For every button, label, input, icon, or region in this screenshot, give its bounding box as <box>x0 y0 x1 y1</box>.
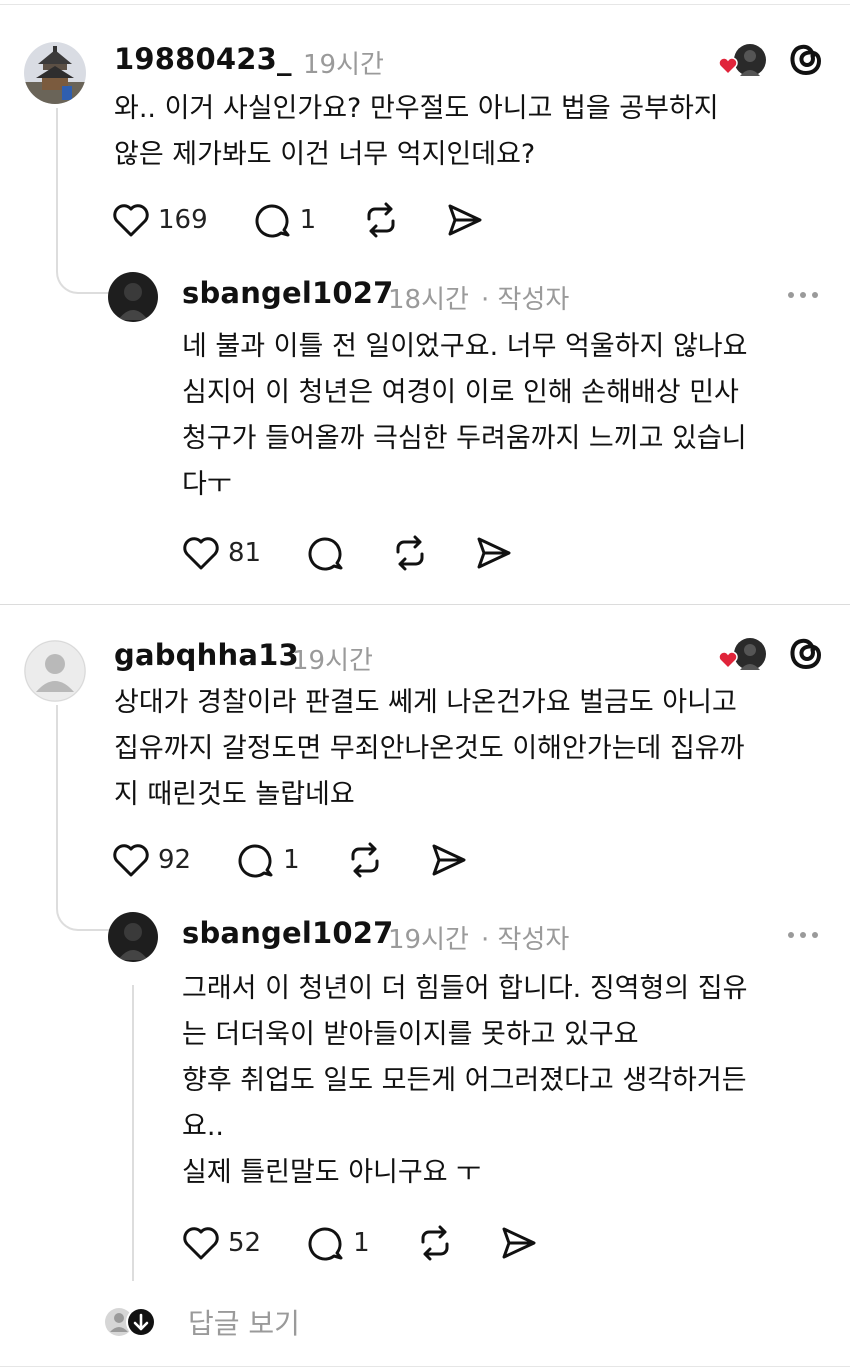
avatar[interactable] <box>24 640 86 702</box>
comment-text-line: 지 때린것도 놀랍네요 <box>114 779 355 810</box>
repost-icon <box>421 1225 449 1261</box>
thread-connector-line <box>56 108 58 268</box>
comment-icon <box>238 844 273 878</box>
repost-button[interactable] <box>362 202 400 238</box>
repost-button[interactable] <box>346 842 384 878</box>
reply-text-line: 청구가 들어올까 극심한 두려움까지 느끼고 있습니 <box>182 423 747 454</box>
reply-timestamp: 18시간 <box>388 285 469 315</box>
comment-body: 상대가 경찰이라 판결도 쎄게 나온건가요 벌금도 아니고 집유까지 갈정도면 … <box>114 680 745 818</box>
comment-timestamp: 19시간 <box>303 50 384 80</box>
reply-text-line: 다ㅜ <box>182 469 232 500</box>
heart-icon <box>183 537 219 570</box>
avatar[interactable] <box>24 42 86 104</box>
arrow-down-icon <box>105 1307 156 1337</box>
repost-icon <box>351 842 379 878</box>
share-icon <box>477 537 511 569</box>
comment-text-line: 상대가 경찰이라 판결도 쎄게 나온건가요 벌금도 아니고 <box>114 687 737 718</box>
author-tag: · 작성자 <box>481 285 570 315</box>
view-replies-button[interactable]: 답글 보기 <box>104 1302 300 1342</box>
top-divider <box>0 4 850 5</box>
like-count: 92 <box>158 845 192 875</box>
comment-icon <box>255 204 290 238</box>
author-liked-icon <box>718 638 770 678</box>
thread-connector-curve <box>56 268 112 294</box>
comment-text-line: 않은 제가봐도 이건 너무 억지인데요? <box>114 139 536 170</box>
thread-connector-line <box>56 705 58 905</box>
like-count: 52 <box>228 1228 262 1258</box>
thread-connector-curve <box>56 905 112 931</box>
comment-text-line: 집유까지 갈정도면 무죄안나온것도 이해안가는데 집유까 <box>114 733 745 764</box>
reply-text-line: 그래서 이 청년이 더 힘들어 합니다. 징역형의 집유 <box>182 973 748 1004</box>
reply-text-line: 심지어 이 청년은 여경이 이로 인해 손해배상 민사 <box>182 377 739 408</box>
more-options-button[interactable] <box>788 932 818 938</box>
author-tag: · 작성자 <box>481 925 570 955</box>
share-icon <box>448 204 482 236</box>
like-button[interactable]: 52 <box>182 1225 261 1261</box>
share-button[interactable] <box>430 842 468 878</box>
threads-logo-icon[interactable] <box>788 42 824 82</box>
more-icon <box>788 292 794 298</box>
share-icon <box>502 1227 536 1259</box>
reply-count: 1 <box>353 1228 370 1258</box>
share-button[interactable] <box>475 535 513 571</box>
more-options-button[interactable] <box>788 292 818 298</box>
reply-actions: 52 1 <box>182 1225 584 1261</box>
comment-username[interactable]: 19880423_ <box>114 42 292 76</box>
reply-avatar[interactable] <box>108 272 158 322</box>
comment-divider <box>0 604 850 605</box>
reply-body: 그래서 이 청년이 더 힘들어 합니다. 징역형의 집유 는 더더욱이 받아들이… <box>182 966 747 1196</box>
author-liked-icon <box>718 44 770 84</box>
repost-button[interactable] <box>416 1225 454 1261</box>
reply-thread-line <box>132 985 134 1281</box>
heart-icon <box>183 1227 219 1260</box>
heart-icon <box>113 204 149 237</box>
repost-icon <box>396 535 424 571</box>
reply-button[interactable]: 1 <box>237 842 300 878</box>
reply-username[interactable]: sbangel1027 <box>182 276 394 310</box>
reply-text-line: 요.. <box>182 1111 225 1142</box>
view-replies-label: 답글 보기 <box>188 1307 300 1340</box>
reply-timestamp: 19시간 <box>388 925 469 955</box>
share-button[interactable] <box>446 202 484 238</box>
comment-timestamp: 19시간 <box>292 646 373 676</box>
reply-text-line: 향후 취업도 일도 모든게 어그러졌다고 생각하거든 <box>182 1065 747 1096</box>
reply-button[interactable] <box>307 535 345 571</box>
comment-actions: 92 1 <box>112 842 514 878</box>
threads-logo-icon[interactable] <box>788 636 824 676</box>
reply-username[interactable]: sbangel1027 <box>182 916 394 950</box>
heart-icon <box>113 844 149 877</box>
bottom-divider <box>0 1366 850 1367</box>
reply-text-line: 는 더더욱이 받아들이지를 못하고 있구요 <box>182 1019 639 1050</box>
reply-count: 1 <box>299 205 317 235</box>
repost-button[interactable] <box>391 535 429 571</box>
reply-button[interactable]: 1 <box>307 1225 370 1261</box>
share-icon <box>432 844 466 876</box>
comment-icon <box>308 1227 343 1261</box>
reply-actions: 81 <box>182 535 559 571</box>
reply-avatar[interactable] <box>108 912 158 962</box>
like-count: 81 <box>228 538 262 568</box>
like-button[interactable]: 92 <box>112 842 191 878</box>
repost-icon <box>367 202 395 238</box>
reply-text-line: 실제 틀린말도 아니구요 ㅜ <box>182 1157 481 1188</box>
comment-actions: 169 1 <box>112 202 530 238</box>
reply-button[interactable]: 1 <box>254 202 317 238</box>
comment-text-line: 와.. 이거 사실인가요? 만우절도 아니고 법을 공부하지 <box>114 93 719 124</box>
like-button[interactable]: 169 <box>112 202 208 238</box>
reply-text-line: 네 불과 이틀 전 일이었구요. 너무 억울하지 않나요 <box>182 331 748 362</box>
like-button[interactable]: 81 <box>182 535 261 571</box>
reply-count: 1 <box>283 845 300 875</box>
like-count: 169 <box>158 205 208 235</box>
comment-body: 와.. 이거 사실인가요? 만우절도 아니고 법을 공부하지 않은 제가봐도 이… <box>114 86 719 178</box>
share-button[interactable] <box>500 1225 538 1261</box>
reply-body: 네 불과 이틀 전 일이었구요. 너무 억울하지 않나요 심지어 이 청년은 여… <box>182 324 747 508</box>
comment-icon <box>308 537 343 571</box>
more-icon <box>788 932 794 938</box>
comment-username[interactable]: gabqhha13 <box>114 638 299 672</box>
